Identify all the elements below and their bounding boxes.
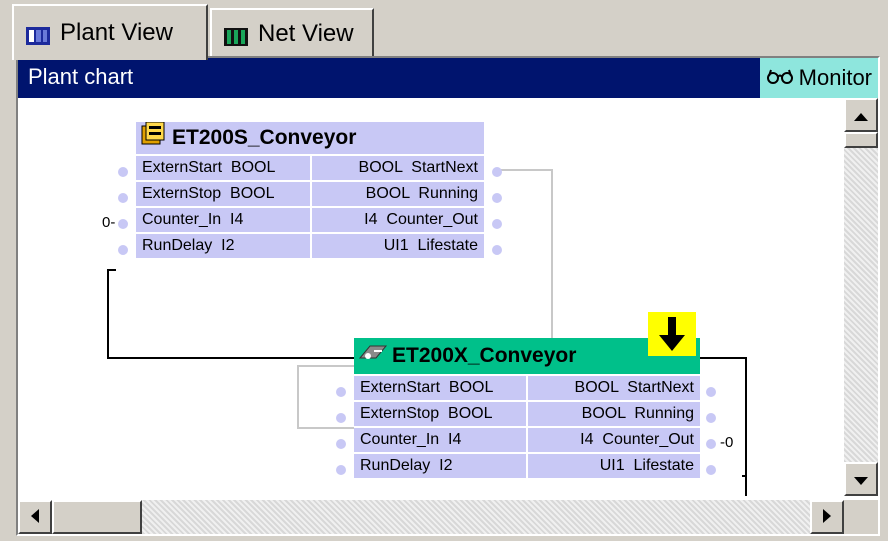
output-pin[interactable] [492,245,502,255]
output-port[interactable]: BOOL StartNext [528,376,700,400]
output-pin[interactable] [706,413,716,423]
output-pin[interactable] [492,193,502,203]
plant-chart-window: Plant View Net View Plant chart Monitor [0,0,888,541]
net-view-icon [224,25,248,46]
block-port-row: ExternStart BOOL BOOL StartNext [354,376,700,400]
output-pin[interactable] [706,387,716,397]
glasses-icon [766,67,793,90]
vertical-scrollbar[interactable] [844,98,878,496]
module-icon [140,121,168,154]
horizontal-scroll-thumb[interactable] [52,500,142,534]
block-port-row: ExternStop BOOL BOOL Running [136,182,484,206]
scroll-left-button[interactable] [18,500,52,534]
scroll-right-icon [823,508,831,527]
output-port[interactable]: I4 Counter_Out [312,208,484,232]
input-pin[interactable] [336,387,346,397]
scroll-down-icon [854,470,868,489]
block-title: ET200S_Conveyor [172,126,357,149]
constant-label: 0- [102,214,116,231]
device-icon [358,342,388,370]
scroll-up-button[interactable] [844,98,878,132]
chart-canvas[interactable]: ET200S_Conveyor ExternStart BOOL BOOL St… [18,98,844,496]
block-port-row: RunDelay I2 UI1 Lifestate [354,454,700,478]
scroll-down-button[interactable] [844,462,878,496]
input-port[interactable]: Counter_In I4 [136,208,310,232]
function-block-et200s[interactable]: ET200S_Conveyor ExternStart BOOL BOOL St… [136,121,484,258]
block-title: ET200X_Conveyor [392,344,577,367]
input-port[interactable]: ExternStop BOOL [136,182,310,206]
tab-net-view-label: Net View [258,20,354,47]
tab-net-view[interactable]: Net View [210,8,374,58]
input-port[interactable]: ExternStart BOOL [136,156,310,180]
input-port[interactable]: RunDelay I2 [136,234,310,258]
block-port-row: RunDelay I2 UI1 Lifestate [136,234,484,258]
tab-plant-view-label: Plant View [60,19,173,46]
output-pin[interactable] [492,219,502,229]
chart-panel: Plant chart Monitor ET200S_Conveyor Exte… [16,56,880,536]
block-port-row: ExternStart BOOL BOOL StartNext [136,156,484,180]
chart-title: Plant chart [28,64,134,89]
scroll-left-icon [31,508,39,527]
output-pin[interactable] [706,465,716,475]
block-port-row: Counter_In I4 I4 Counter_Out [354,428,700,452]
function-block-et200x[interactable]: ET200X_Conveyor ExternStart BOOL BOOL St… [354,338,700,478]
output-port[interactable]: UI1 Lifestate [528,454,700,478]
output-port[interactable]: BOOL Running [528,402,700,426]
input-pin[interactable] [118,167,128,177]
block-port-row: Counter_In I4 I4 Counter_Out [136,208,484,232]
monitor-button[interactable]: Monitor [760,58,878,98]
scroll-up-icon [854,106,868,125]
output-port[interactable]: BOOL Running [312,182,484,206]
scroll-right-button[interactable] [810,500,844,534]
input-port[interactable]: RunDelay I2 [354,454,526,478]
scrollbar-corner [844,500,878,534]
input-pin[interactable] [118,193,128,203]
input-pin[interactable] [118,219,128,229]
plant-view-icon [26,24,50,45]
down-arrow-icon[interactable] [648,312,696,356]
vertical-scroll-thumb[interactable] [844,132,878,148]
block-header: ET200S_Conveyor [136,121,484,154]
input-port[interactable]: Counter_In I4 [354,428,526,452]
input-pin[interactable] [118,245,128,255]
input-port[interactable]: ExternStart BOOL [354,376,526,400]
input-pin[interactable] [336,465,346,475]
input-pin[interactable] [336,413,346,423]
input-pin[interactable] [336,439,346,449]
output-port[interactable]: BOOL StartNext [312,156,484,180]
horizontal-scrollbar[interactable] [18,500,844,534]
output-pin[interactable] [492,167,502,177]
chart-titlebar: Plant chart Monitor [18,58,878,98]
block-port-row: ExternStop BOOL BOOL Running [354,402,700,426]
tab-plant-view[interactable]: Plant View [12,4,208,60]
output-pin[interactable] [706,439,716,449]
monitor-label: Monitor [798,65,872,90]
output-port[interactable]: UI1 Lifestate [312,234,484,258]
constant-label: -0 [720,434,734,451]
output-port[interactable]: I4 Counter_Out [528,428,700,452]
input-port[interactable]: ExternStop BOOL [354,402,526,426]
